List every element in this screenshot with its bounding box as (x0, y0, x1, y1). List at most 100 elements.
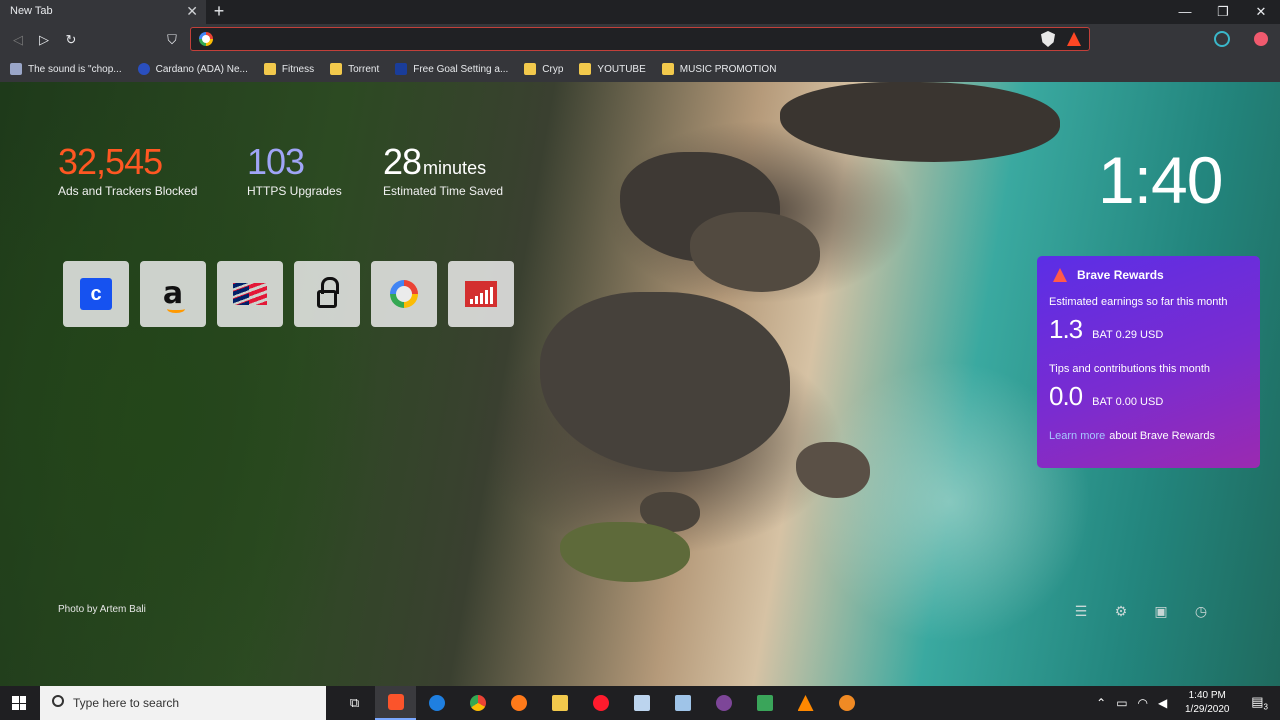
folder-icon (524, 63, 537, 75)
bookmark-icon[interactable]: ⛉ (162, 30, 182, 50)
page-icon (395, 63, 408, 75)
folder-icon (330, 63, 343, 75)
clock: 1:40 (1098, 143, 1223, 217)
customize-icon[interactable]: ☰ (1072, 602, 1090, 620)
close-window-button[interactable]: ✕ (1242, 0, 1280, 24)
coinbase-icon: c (80, 278, 112, 310)
stat-https-upgrades: 103 HTTPS Upgrades (247, 141, 342, 199)
system-tray: ⌃ ▭ ◠ ◀ 1:40 PM 1/29/2020 ▤3 (1096, 686, 1280, 720)
brave-shields-icon[interactable] (1041, 31, 1055, 47)
forward-icon[interactable]: ▷ (34, 30, 54, 50)
background-rock (796, 442, 870, 498)
tor-browser-icon[interactable] (703, 686, 744, 720)
top-sites: c a (63, 261, 514, 327)
page-settings-icons: ☰ ⚙ ▣ ◷ (1072, 602, 1210, 620)
maximize-button[interactable]: ❐ (1204, 0, 1242, 24)
cardano-icon (137, 63, 150, 75)
minimize-button[interactable]: — (1166, 0, 1204, 24)
new-tab-button[interactable]: + (210, 1, 228, 22)
folder-icon (579, 63, 592, 75)
lock-icon (317, 277, 339, 308)
notifications-count: 3 (1263, 702, 1268, 712)
photo-credit: Photo by Artem Bali (58, 604, 146, 615)
google-icon (390, 280, 418, 308)
browser-toolbar: ◁ ▷ ↻ ⛉ (0, 24, 1280, 56)
brave-rewards-icon[interactable] (1067, 32, 1081, 46)
top-site-tile[interactable] (448, 261, 514, 327)
notepad-app-icon[interactable] (621, 686, 662, 720)
tab-new-tab[interactable]: New Tab ✕ (0, 0, 206, 24)
window-controls: — ❐ ✕ (1166, 0, 1280, 24)
history-icon[interactable]: ◷ (1192, 602, 1210, 620)
https-upgrades-count: 103 (247, 141, 305, 182)
new-tab-page: 32,545 Ads and Trackers Blocked 103 HTTP… (0, 82, 1280, 686)
top-site-tile[interactable]: c (63, 261, 129, 327)
brave-app-icon[interactable] (375, 686, 416, 720)
tab-title: New Tab (10, 5, 53, 17)
vlc-app-icon[interactable] (785, 686, 826, 720)
google-icon (199, 32, 213, 46)
search-icon (52, 695, 64, 707)
amazon-icon: a (162, 276, 186, 313)
bookmark-item[interactable]: Cardano (ADA) Ne... (137, 63, 248, 75)
bookmarks-manager-icon[interactable]: ▣ (1152, 602, 1170, 620)
bookmark-folder[interactable]: YOUTUBE (579, 63, 646, 75)
notifications-icon[interactable]: ▤3 (1251, 694, 1268, 712)
settings-gear-icon[interactable]: ⚙ (1112, 602, 1130, 620)
task-view-icon[interactable]: ⧉ (334, 686, 375, 720)
bank-of-america-icon (233, 283, 267, 305)
top-site-tile[interactable] (371, 261, 437, 327)
background-rock (690, 212, 820, 292)
top-site-tile[interactable] (294, 261, 360, 327)
taskbar-search[interactable]: Type here to search (40, 686, 326, 720)
battery-icon[interactable]: ▭ (1116, 696, 1127, 710)
opera-app-icon[interactable] (580, 686, 621, 720)
chevron-up-icon[interactable]: ⌃ (1096, 696, 1106, 710)
tips-label: Tips and contributions this month (1049, 363, 1211, 375)
extension-icon[interactable] (1254, 32, 1268, 46)
time-saved-label: Estimated Time Saved (383, 184, 504, 198)
bookmark-folder[interactable]: Fitness (263, 63, 314, 75)
bookmark-folder[interactable]: MUSIC PROMOTION (661, 63, 776, 75)
file-explorer-icon[interactable] (539, 686, 580, 720)
top-site-tile[interactable] (217, 261, 283, 327)
brave-rewards-widget: Brave Rewards Estimated earnings so far … (1037, 256, 1260, 468)
bookmark-item[interactable]: Free Goal Setting a... (395, 63, 508, 75)
fl-studio-icon[interactable] (826, 686, 867, 720)
stat-time-saved: 28 minutes Estimated Time Saved (383, 144, 504, 199)
ads-blocked-label: Ads and Trackers Blocked (58, 184, 198, 198)
taskbar-clock[interactable]: 1:40 PM 1/29/2020 (1177, 689, 1237, 717)
search-placeholder: Type here to search (73, 696, 180, 710)
reload-icon[interactable]: ↻ (61, 30, 81, 50)
learn-more-link[interactable]: Learn more (1049, 430, 1105, 442)
firefox-app-icon[interactable] (498, 686, 539, 720)
top-site-tile[interactable]: a (140, 261, 206, 327)
earnings-bat-value: 1.3 (1049, 314, 1083, 344)
windows-start-icon[interactable] (12, 696, 26, 710)
bookmarks-bar: The sound is "chop... Cardano (ADA) Ne..… (0, 56, 1280, 82)
rewards-title: Brave Rewards (1077, 268, 1164, 282)
spreadsheet-app-icon[interactable] (744, 686, 785, 720)
bookmark-folder[interactable]: Torrent (330, 63, 379, 75)
app-icon[interactable] (662, 686, 703, 720)
url-input[interactable] (215, 30, 1015, 48)
bookmark-folder[interactable]: Cryp (524, 63, 563, 75)
bookmark-item[interactable]: The sound is "chop... (10, 63, 122, 75)
time-saved-unit: minutes (423, 158, 487, 178)
taskbar-apps: ⧉ (334, 686, 867, 720)
volume-icon[interactable]: ◀ (1158, 696, 1167, 710)
sync-extension-icon[interactable] (1214, 31, 1230, 47)
earnings-label: Estimated earnings so far this month (1049, 296, 1228, 308)
earnings-fiat-value: BAT 0.29 USD (1092, 329, 1164, 341)
tab-close-icon[interactable]: ✕ (186, 3, 198, 20)
page-icon (10, 63, 22, 75)
back-icon[interactable]: ◁ (8, 30, 28, 50)
folder-icon (263, 63, 276, 75)
background-rock (780, 82, 1060, 162)
taskbar-date: 1/29/2020 (1185, 704, 1230, 715)
edge-app-icon[interactable] (416, 686, 457, 720)
title-bar: New Tab ✕ + — ❐ ✕ (0, 0, 1280, 24)
address-bar[interactable] (190, 27, 1090, 51)
chrome-app-icon[interactable] (457, 686, 498, 720)
wifi-icon[interactable]: ◠ (1138, 696, 1148, 710)
